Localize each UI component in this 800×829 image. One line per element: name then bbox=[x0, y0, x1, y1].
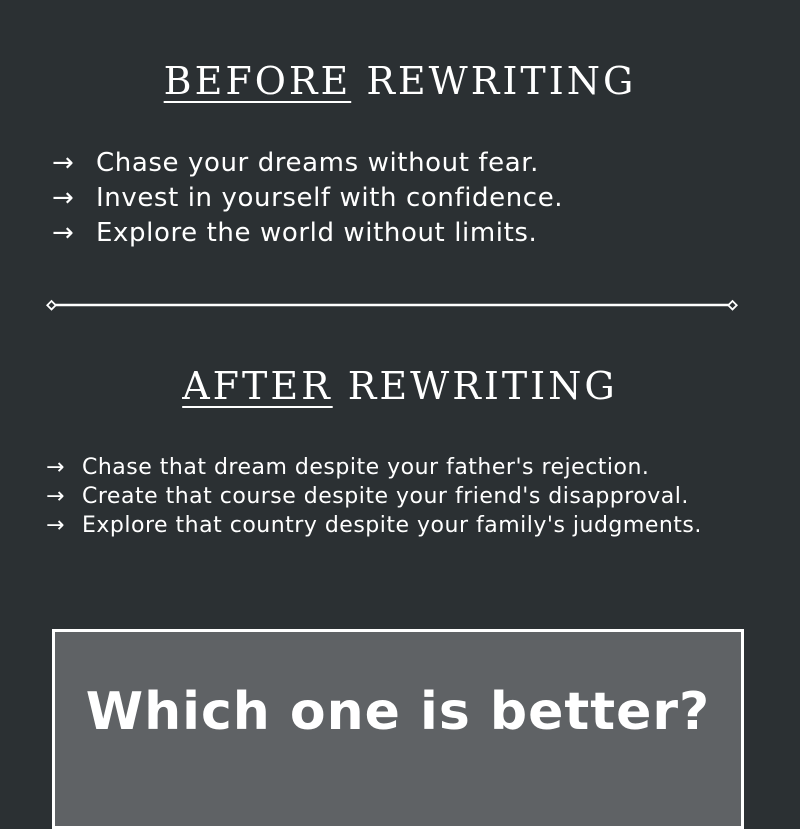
before-heading: BEFORE REWRITING bbox=[0, 62, 800, 100]
right-arrow-icon: → bbox=[52, 148, 75, 178]
list-item: → Explore that country despite your famil… bbox=[46, 511, 702, 540]
list-item-text: Explore the world without limits. bbox=[96, 218, 538, 248]
right-arrow-icon: → bbox=[46, 513, 65, 538]
after-heading: AFTER REWRITING bbox=[0, 367, 800, 405]
question-text: Which one is better? bbox=[85, 682, 711, 742]
after-list: → Chase that dream despite your father's … bbox=[46, 453, 702, 540]
list-item-text: Chase your dreams without fear. bbox=[96, 148, 540, 178]
before-heading-rest: REWRITING bbox=[366, 59, 637, 103]
before-list: → Chase your dreams without fear. → Invest… bbox=[52, 146, 563, 251]
list-item-text: Chase that dream despite your father's r… bbox=[82, 455, 650, 480]
list-item-text: Explore that country despite your family… bbox=[82, 513, 702, 538]
right-arrow-icon: → bbox=[46, 484, 65, 509]
list-item: → Create that course despite your friend'… bbox=[46, 482, 702, 511]
list-item-text: Invest in yourself with confidence. bbox=[96, 183, 564, 213]
right-arrow-icon: → bbox=[52, 183, 75, 213]
list-item-text: Create that course despite your friend's… bbox=[82, 484, 689, 509]
list-item: → Chase your dreams without fear. bbox=[52, 146, 563, 181]
before-heading-underlined: BEFORE bbox=[163, 59, 352, 103]
question-box: Which one is better? bbox=[52, 629, 744, 829]
list-item: → Chase that dream despite your father's … bbox=[46, 453, 702, 482]
list-item: → Explore the world without limits. bbox=[52, 216, 563, 251]
right-arrow-icon: → bbox=[52, 218, 75, 248]
section-divider bbox=[46, 299, 738, 311]
after-heading-underlined: AFTER bbox=[182, 364, 333, 408]
list-item: → Invest in yourself with confidence. bbox=[52, 181, 563, 216]
after-heading-rest: REWRITING bbox=[347, 364, 618, 408]
right-arrow-icon: → bbox=[46, 455, 65, 480]
